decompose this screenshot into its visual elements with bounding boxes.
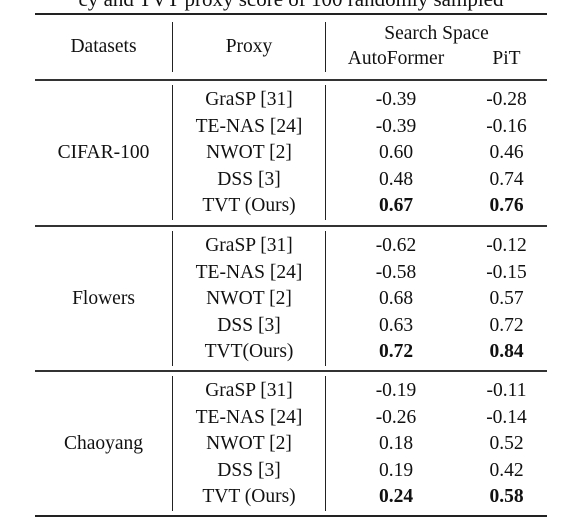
proxy-name: TVT (Ours) [202, 486, 296, 508]
pit-score: 0.84 [489, 341, 524, 363]
group-separator-1 [35, 225, 547, 227]
pit-score: -0.16 [486, 115, 527, 137]
group-separator-2 [35, 370, 547, 372]
proxy-name: TE-NAS [24] [195, 115, 303, 137]
autoformer-score: -0.62 [375, 235, 417, 256]
pit-score: 0.46 [489, 142, 524, 164]
proxy-name: GraSP [31] [205, 235, 293, 256]
proxy-name: TE-NAS [24] [195, 406, 303, 428]
pit-score: -0.14 [486, 406, 527, 428]
autoformer-score: 0.68 [378, 288, 414, 310]
proxy-name: DSS [3] [217, 459, 281, 481]
proxy-name: DSS [3] [217, 314, 281, 336]
dataset-label: Chaoyang [63, 433, 144, 455]
autoformer-score: 0.48 [378, 168, 414, 190]
autoformer-score: 0.67 [378, 195, 414, 217]
autoformer-score: -0.19 [375, 380, 417, 401]
dataset-label: Flowers [72, 288, 135, 310]
header-datasets: Datasets [70, 36, 137, 57]
autoformer-score: -0.39 [375, 89, 417, 110]
autoformer-score: 0.18 [378, 433, 414, 455]
autoformer-score: 0.19 [378, 459, 414, 481]
header-proxy: Proxy [225, 36, 273, 57]
autoformer-score: 0.24 [378, 486, 414, 508]
autoformer-score: 0.63 [378, 314, 414, 336]
header-autoformer: AutoFormer [347, 48, 445, 69]
dataset-label: CIFAR-100 [57, 142, 150, 164]
proxy-name: NWOT [2] [206, 433, 292, 455]
pit-score: 0.58 [489, 486, 524, 508]
header-rule [35, 79, 547, 81]
pit-score: 0.42 [489, 459, 524, 481]
autoformer-score: 0.60 [378, 142, 414, 164]
pit-score: -0.11 [486, 380, 527, 401]
autoformer-score: -0.39 [375, 115, 417, 137]
autoformer-score: -0.26 [375, 406, 417, 428]
proxy-name: DSS [3] [217, 168, 281, 190]
proxy-name: GraSP [31] [205, 89, 293, 110]
proxy-name: NWOT [2] [206, 142, 292, 164]
header-search-space: Search Space [384, 23, 489, 44]
autoformer-score: -0.58 [375, 261, 417, 283]
pit-score: -0.12 [486, 235, 527, 256]
proxy-name: TE-NAS [24] [195, 261, 303, 283]
bottom-rule [35, 515, 547, 517]
pit-score: 0.57 [489, 288, 524, 310]
pit-score: 0.76 [489, 195, 524, 217]
proxy-name: TVT (Ours) [202, 195, 296, 217]
proxy-name: TVT(Ours) [204, 341, 294, 363]
pit-score: -0.28 [486, 89, 527, 110]
top-rule [35, 13, 547, 15]
pit-score: 0.72 [489, 314, 524, 336]
pit-score: 0.52 [489, 433, 524, 455]
pit-score: 0.74 [489, 168, 524, 190]
autoformer-score: 0.72 [378, 341, 414, 363]
header-pit: PiT [492, 48, 521, 69]
proxy-name: NWOT [2] [206, 288, 292, 310]
proxy-name: GraSP [31] [205, 380, 293, 401]
pit-score: -0.15 [486, 261, 527, 283]
table-caption-fragment: cy and TVT proxy score of 100 randomly s… [0, 0, 582, 11]
